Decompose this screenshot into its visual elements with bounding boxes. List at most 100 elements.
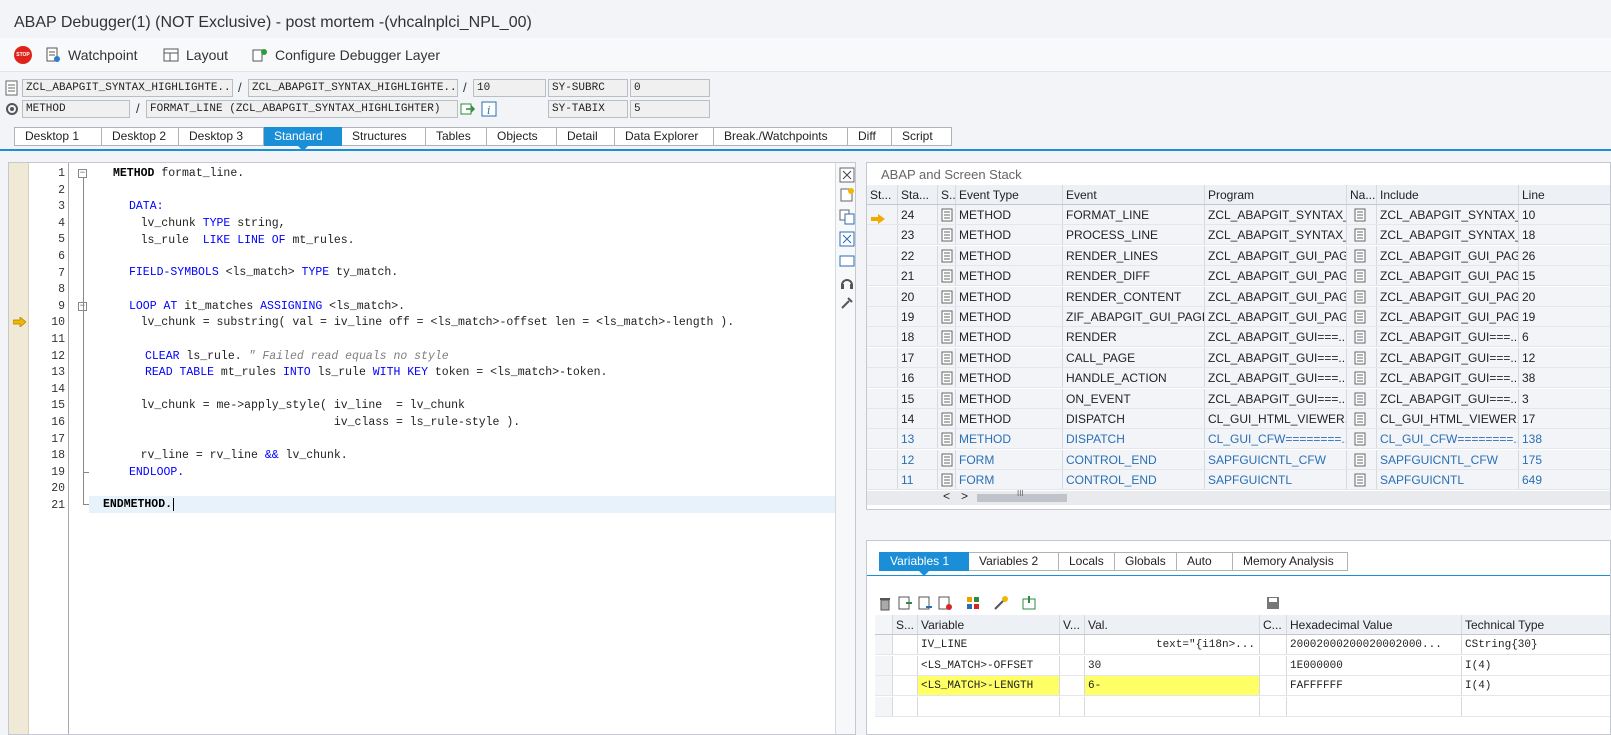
tab-variables-2[interactable]: Variables 2 bbox=[969, 552, 1059, 571]
navigate-icon[interactable] bbox=[460, 101, 476, 117]
col-header[interactable]: Technical Type bbox=[1462, 615, 1610, 634]
stack-row[interactable]: 11 FORM CONTROL_END SAPFGUICNTL SAPFGUICNTL 6… bbox=[867, 470, 1610, 491]
col-header[interactable]: Na... bbox=[1347, 185, 1377, 204]
include-field[interactable]: ZCL_ABAPGIT_SYNTAX_HIGHLIGHTE... bbox=[248, 79, 458, 97]
value-cell[interactable]: text="{i18n>... bbox=[1085, 635, 1260, 654]
col-header[interactable]: C... bbox=[1260, 615, 1287, 634]
stack-scrollbar[interactable]: < > III bbox=[867, 489, 1610, 505]
variable-row[interactable]: <LS_MATCH>-OFFSET 30 1E000000 I(4) bbox=[875, 655, 1610, 676]
col-header[interactable]: Include bbox=[1377, 185, 1519, 204]
sy-subrc-value[interactable]: 0 bbox=[630, 79, 710, 97]
include-name: SAPFGUICNTL bbox=[1377, 470, 1519, 490]
magic-icon[interactable] bbox=[993, 595, 1009, 611]
new-breakpoint-icon[interactable] bbox=[839, 187, 855, 203]
code-area[interactable]: − METHOD format_line. DATA: lv_chunk TYPE… bbox=[69, 163, 855, 734]
col-header[interactable]: Hexadecimal Value bbox=[1287, 615, 1462, 634]
watchpoint-button[interactable]: Watchpoint bbox=[44, 43, 138, 67]
col-header[interactable]: V... bbox=[1060, 615, 1085, 634]
col-header[interactable]: St... bbox=[867, 185, 898, 204]
tab-script[interactable]: Script bbox=[892, 127, 952, 146]
tab-desktop-3[interactable]: Desktop 3 bbox=[179, 127, 264, 146]
export-icon[interactable] bbox=[1021, 595, 1037, 611]
document-icon bbox=[938, 225, 956, 245]
current-marker bbox=[867, 388, 898, 408]
tab-desktop-1[interactable]: Desktop 1 bbox=[14, 127, 102, 146]
event-type-field[interactable]: METHOD bbox=[22, 100, 130, 118]
col-header[interactable]: Sta... bbox=[898, 185, 938, 204]
value-cell[interactable] bbox=[1085, 696, 1260, 716]
stack-row[interactable]: 24 METHOD FORMAT_LINE ZCL_ABAPGIT_SYNTAX_..… bbox=[867, 205, 1610, 225]
display-icon[interactable] bbox=[839, 253, 855, 269]
layout-button[interactable]: Layout bbox=[162, 43, 228, 67]
stack-row[interactable]: 21 METHOD RENDER_DIFF ZCL_ABAPGIT_GUI_PAG..… bbox=[867, 266, 1610, 287]
col-header[interactable]: Variable bbox=[918, 615, 1060, 634]
variable-name[interactable] bbox=[918, 696, 1060, 716]
tab-data-explorer[interactable]: Data Explorer bbox=[615, 127, 714, 146]
tab-locals[interactable]: Locals bbox=[1059, 552, 1115, 571]
stop-button[interactable]: STOP bbox=[14, 43, 32, 67]
append-row-icon[interactable] bbox=[917, 595, 933, 611]
info-icon[interactable]: i bbox=[481, 101, 497, 117]
scroll-right-button[interactable]: > bbox=[961, 489, 968, 503]
trash-icon[interactable] bbox=[877, 595, 893, 611]
stack-row[interactable]: 17 METHOD CALL_PAGE ZCL_ABAPGIT_GUI===... ZC… bbox=[867, 347, 1610, 368]
tab-break-watchpoints[interactable]: Break./Watchpoints bbox=[714, 127, 848, 146]
event-field[interactable]: FORMAT_LINE (ZCL_ABAPGIT_SYNTAX_HIGHLIGH… bbox=[146, 100, 458, 118]
tab-desktop-2[interactable]: Desktop 2 bbox=[102, 127, 179, 146]
scroll-thumb[interactable]: III bbox=[977, 489, 1067, 502]
tab-objects[interactable]: Objects bbox=[487, 127, 557, 146]
variable-name[interactable]: <LS_MATCH>-LENGTH bbox=[918, 676, 1060, 695]
tab-diff[interactable]: Diff bbox=[848, 127, 892, 146]
save-icon[interactable] bbox=[1265, 595, 1281, 611]
breakpoint-gutter[interactable] bbox=[9, 163, 29, 734]
tab-tables[interactable]: Tables bbox=[426, 127, 487, 146]
empty-variable-row[interactable] bbox=[875, 696, 1610, 717]
col-header[interactable]: S... bbox=[893, 615, 918, 634]
delete-icon[interactable] bbox=[839, 231, 855, 247]
stack-row[interactable]: 19 METHOD ZIF_ABAPGIT_GUI_PAGE... ZCL_ABAPG… bbox=[867, 307, 1610, 327]
line-field[interactable]: 10 bbox=[473, 79, 546, 97]
scroll-left-button[interactable]: < bbox=[943, 489, 950, 503]
configure-debugger-layer-button[interactable]: Configure Debugger Layer bbox=[251, 43, 440, 67]
insert-row-icon[interactable] bbox=[897, 595, 913, 611]
tab-auto[interactable]: Auto bbox=[1177, 552, 1233, 571]
stack-row[interactable]: 14 METHOD DISPATCH CL_GUI_HTML_VIEWER... CL_… bbox=[867, 409, 1610, 429]
structure-icon[interactable] bbox=[965, 595, 981, 611]
stack-row[interactable]: 22 METHOD RENDER_LINES ZCL_ABAPGIT_GUI_PAG.… bbox=[867, 245, 1610, 266]
stack-row[interactable]: 16 METHOD HANDLE_ACTION ZCL_ABAPGIT_GUI===.… bbox=[867, 368, 1610, 389]
col-header[interactable]: S... bbox=[938, 185, 956, 204]
tab-globals[interactable]: Globals bbox=[1115, 552, 1177, 571]
stack-row[interactable]: 18 METHOD RENDER ZCL_ABAPGIT_GUI===... ZCL_A… bbox=[867, 327, 1610, 348]
variable-name[interactable]: IV_LINE bbox=[918, 635, 1060, 654]
tab-detail[interactable]: Detail bbox=[557, 127, 615, 146]
tools-icon[interactable] bbox=[839, 295, 855, 311]
stack-row[interactable]: 23 METHOD PROCESS_LINE ZCL_ABAPGIT_SYNTAX_.… bbox=[867, 225, 1610, 246]
value-cell[interactable]: 30 bbox=[1085, 655, 1260, 675]
stack-row[interactable]: 15 METHOD ON_EVENT ZCL_ABAPGIT_GUI===... ZCL… bbox=[867, 388, 1610, 409]
col-header[interactable]: Event bbox=[1063, 185, 1205, 204]
col-header[interactable]: Val. bbox=[1085, 615, 1260, 634]
stack-row[interactable]: 20 METHOD RENDER_CONTENT ZCL_ABAPGIT_GUI_PA… bbox=[867, 286, 1610, 307]
value-cell[interactable]: 6- bbox=[1085, 676, 1260, 695]
tab-standard[interactable]: Standard bbox=[264, 127, 342, 151]
tab-memory-analysis[interactable]: Memory Analysis bbox=[1233, 552, 1348, 571]
tab-structures[interactable]: Structures bbox=[342, 127, 426, 146]
stack-row[interactable]: 12 FORM CONTROL_END SAPFGUICNTL_CFW SAPFGUIC… bbox=[867, 449, 1610, 470]
delete-row-icon[interactable] bbox=[937, 595, 953, 611]
current-statement-arrow-icon bbox=[13, 317, 26, 327]
headset-icon[interactable] bbox=[839, 275, 855, 291]
technical-type: I(4) bbox=[1465, 680, 1492, 692]
source-editor[interactable]: 1 2 3 4 5 6 7 8 9 10 11 12 13 14 15 16 17 18 19 20 21 − METHO… bbox=[8, 162, 856, 735]
col-header[interactable]: Line bbox=[1519, 185, 1610, 204]
close-icon[interactable] bbox=[839, 167, 855, 183]
program-field[interactable]: ZCL_ABAPGIT_SYNTAX_HIGHLIGHTE... bbox=[22, 79, 233, 97]
variable-name[interactable]: <LS_MATCH>-OFFSET bbox=[918, 655, 1060, 675]
sy-tabix-value[interactable]: 5 bbox=[630, 100, 710, 118]
tab-variables-1[interactable]: Variables 1 bbox=[879, 552, 969, 576]
col-header[interactable]: Program bbox=[1205, 185, 1347, 204]
variable-row[interactable]: <LS_MATCH>-LENGTH 6- FAFFFFFF I(4) bbox=[875, 676, 1610, 696]
copy-icon[interactable] bbox=[839, 209, 855, 225]
stack-row[interactable]: 13 METHOD DISPATCH CL_GUI_CFW========... CL_… bbox=[867, 429, 1610, 450]
col-header[interactable]: Event Type bbox=[956, 185, 1063, 204]
variable-row[interactable]: IV_LINE text="{i18n>... 200020002000200020… bbox=[875, 635, 1610, 655]
